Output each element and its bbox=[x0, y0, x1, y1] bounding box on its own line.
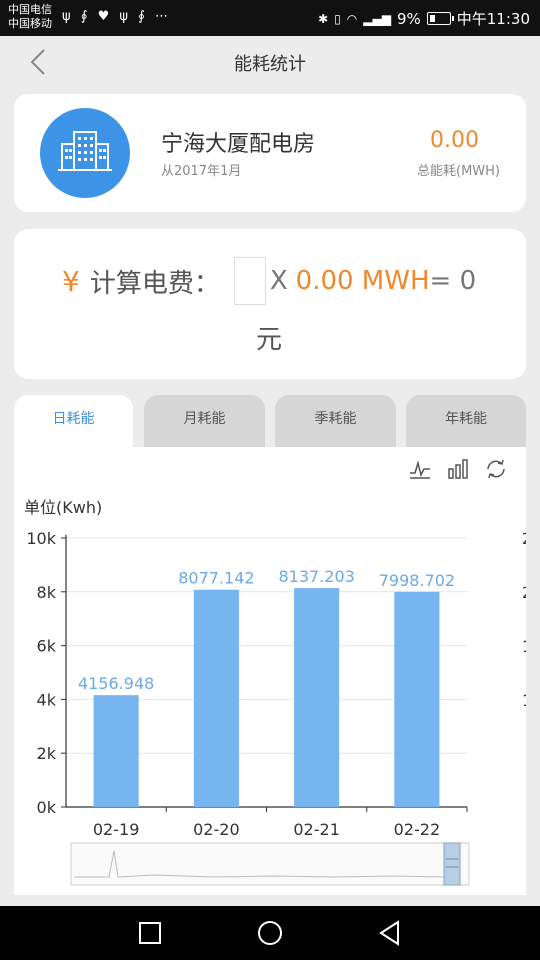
nav-bar: 能耗统计 bbox=[0, 36, 540, 88]
system-nav-bar bbox=[0, 906, 540, 960]
x-tick-label: 02-22 bbox=[394, 820, 441, 839]
data-zoom-track bbox=[70, 842, 470, 886]
unit-label: 单位(Kwh) bbox=[24, 498, 102, 517]
status-bar: 中国电信 中国移动 ψ ∮ ♥ ψ ∮ ⋯ ✱ ▯ ◠ ▂▄▆ 9% 中午11:… bbox=[0, 0, 540, 36]
bar-value-label: 8077.142 bbox=[178, 569, 254, 588]
building-card: 宁海大厦配电房 从2017年1月 0.00 总能耗(MWH) bbox=[14, 94, 526, 212]
notification-icons: ψ ∮ ♥ ψ ∮ ⋯ bbox=[62, 9, 172, 24]
building-name: 宁海大厦配电房 bbox=[161, 132, 316, 157]
y-tick-label: 8k bbox=[37, 583, 57, 602]
multiply-sign: X bbox=[269, 266, 288, 296]
refresh-icon[interactable] bbox=[484, 457, 508, 481]
recent-apps-icon[interactable] bbox=[136, 919, 164, 947]
y-tick-label: 2k bbox=[37, 744, 57, 763]
energy-bar-chart: 单位(Kwh) 0k 2k 4k 6k 8k 10k 4156.948 02-19 8077.14… bbox=[24, 498, 526, 886]
carrier-info: 中国电信 中国移动 bbox=[8, 3, 52, 31]
period-tabs: 日耗能 月耗能 季耗能 年耗能 bbox=[14, 395, 526, 447]
fee-calc-label: 计算电费： bbox=[89, 268, 220, 299]
total-energy-value: 0.00 bbox=[430, 128, 479, 153]
right-axis-label: 1 bbox=[522, 637, 526, 656]
x-tick-label: 02-21 bbox=[293, 820, 340, 839]
tab-monthly[interactable]: 月耗能 bbox=[144, 395, 265, 447]
vibrate-icon: ▯ bbox=[334, 11, 341, 26]
clock: 中午11:30 bbox=[456, 10, 530, 28]
page-title: 能耗统计 bbox=[234, 54, 306, 75]
home-icon[interactable] bbox=[256, 919, 284, 947]
bar-value-label: 4156.948 bbox=[78, 674, 154, 693]
total-energy-label: 总能耗(MWH) bbox=[417, 164, 500, 179]
x-tick-label: 02-20 bbox=[193, 820, 240, 839]
battery-icon bbox=[426, 12, 454, 25]
right-axis-label: 1 bbox=[522, 691, 526, 710]
chart-toolbox bbox=[408, 457, 508, 481]
fee-calc-card: ¥ 计算电费： X 0.00 MWH = 0 元 bbox=[14, 229, 526, 379]
battery-percent: 9% bbox=[396, 9, 421, 28]
line-chart-icon[interactable] bbox=[408, 457, 432, 481]
bar-02-21 bbox=[294, 588, 340, 807]
bar-value-label: 8137.203 bbox=[278, 567, 354, 586]
bluetooth-icon: ✱ bbox=[318, 11, 329, 26]
y-tick-label: 4k bbox=[37, 690, 57, 709]
bar-chart-icon[interactable] bbox=[446, 457, 470, 481]
building-avatar bbox=[40, 108, 130, 198]
carrier-1: 中国电信 bbox=[8, 3, 52, 16]
energy-amount: 0.00 MWH bbox=[295, 266, 430, 296]
data-zoom-handle[interactable] bbox=[443, 842, 461, 886]
right-axis-label: 2 bbox=[522, 529, 526, 548]
tab-yearly[interactable]: 年耗能 bbox=[406, 395, 526, 447]
carrier-2: 中国移动 bbox=[8, 17, 52, 30]
bar-02-20 bbox=[193, 589, 239, 807]
bar-02-19 bbox=[93, 695, 139, 807]
y-tick-label: 0k bbox=[37, 798, 57, 817]
building-icon bbox=[58, 131, 112, 171]
bar-value-label: 7998.702 bbox=[379, 571, 455, 590]
y-tick-label: 6k bbox=[37, 637, 57, 656]
building-since: 从2017年1月 bbox=[161, 164, 242, 179]
fee-calc-line: ¥ 计算电费： X 0.00 MWH = 0 bbox=[62, 257, 476, 305]
bar-02-22 bbox=[394, 591, 440, 807]
wifi-icon: ◠ bbox=[346, 11, 358, 26]
x-tick-label: 02-19 bbox=[93, 820, 140, 839]
chart-panel: 单位(Kwh) 0k 2k 4k 6k 8k 10k 4156.948 02-19 8077.14… bbox=[14, 447, 526, 895]
back-triangle-icon[interactable] bbox=[376, 919, 404, 947]
status-right: ✱ ▯ ◠ ▂▄▆ 9% 中午11:30 bbox=[318, 8, 530, 29]
y-tick-label: 10k bbox=[26, 529, 56, 548]
fee-unit: 元 bbox=[256, 325, 283, 355]
yen-icon: ¥ bbox=[62, 264, 80, 298]
signal-icon: ▂▄▆ bbox=[363, 11, 391, 26]
fee-result: = 0 bbox=[429, 266, 477, 296]
tab-quarterly[interactable]: 季耗能 bbox=[275, 395, 396, 447]
right-axis-label: 2 bbox=[522, 583, 526, 602]
unit-price-input[interactable] bbox=[233, 257, 266, 305]
tab-daily[interactable]: 日耗能 bbox=[14, 395, 133, 447]
